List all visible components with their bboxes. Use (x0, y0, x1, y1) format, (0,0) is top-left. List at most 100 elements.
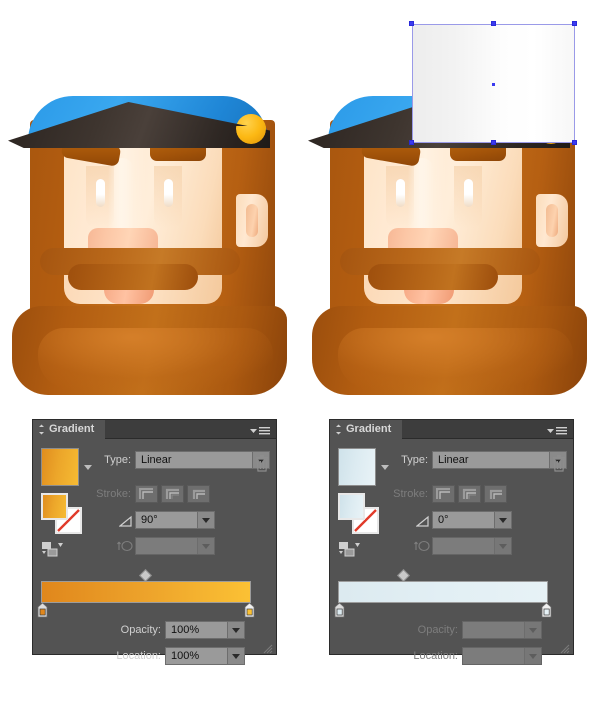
selection-handle-top-left[interactable] (409, 21, 414, 26)
stroke-row: Stroke: (390, 485, 568, 503)
location-row: Location: (390, 647, 568, 665)
selection-handle-bottom-right[interactable] (572, 140, 577, 145)
stroke-centered-button[interactable] (161, 485, 184, 503)
character-illustration-left[interactable] (8, 96, 293, 396)
chevron-down-icon (524, 622, 541, 638)
fill-swatch[interactable] (338, 493, 365, 520)
gradient-midpoint-handle[interactable] (139, 569, 152, 582)
gradient-panel-blue[interactable]: Gradient Type: Linear Stroke: 0° Opacity… (329, 419, 574, 665)
panel-grip-icon (335, 424, 342, 435)
location-input (462, 647, 542, 665)
chevron-down-icon[interactable] (381, 465, 389, 470)
chevron-down-icon (494, 538, 511, 554)
gradient-slider[interactable] (37, 569, 255, 618)
panel-body: Type: Linear Stroke: (33, 439, 276, 665)
chevron-down-icon (524, 648, 541, 664)
eye-left (396, 179, 405, 207)
gradient-type-select[interactable]: Linear (432, 451, 567, 469)
gradient-stop-end[interactable] (244, 602, 255, 618)
gradient-type-toggle-icon[interactable] (338, 541, 362, 557)
type-row: Type: Linear (93, 451, 271, 469)
angle-row: 90° (93, 511, 271, 529)
selection-handle-top-right[interactable] (572, 21, 577, 26)
stroke-within-button[interactable] (432, 485, 455, 503)
type-row: Type: Linear (390, 451, 568, 469)
type-label: Type: (401, 454, 428, 466)
panel-resize-grip[interactable] (560, 641, 570, 654)
gradient-angle-input[interactable]: 90° (135, 511, 215, 529)
location-input[interactable]: 100% (165, 647, 245, 665)
chevron-down-icon[interactable] (227, 648, 244, 664)
stroke-within-button[interactable] (135, 485, 158, 503)
selection-handle-bottom-center[interactable] (490, 140, 496, 145)
eye-right (164, 179, 173, 207)
gradient-type-value: Linear (438, 454, 469, 466)
artboard-left (0, 0, 300, 410)
stroke-type-buttons[interactable] (135, 485, 210, 503)
panel-menu-icon[interactable] (249, 424, 271, 435)
moustache-lower (368, 264, 498, 290)
stroke-label: Stroke: (393, 488, 428, 500)
chevron-down-icon[interactable] (227, 622, 244, 638)
gradient-ramp[interactable] (338, 581, 548, 603)
stroke-label: Stroke: (96, 488, 131, 500)
gradient-type-select[interactable]: Linear (135, 451, 270, 469)
aspect-ratio-row (93, 537, 271, 555)
stroke-along-button[interactable] (484, 485, 507, 503)
panel-title: Gradient (49, 423, 95, 435)
delete-stop-icon[interactable] (552, 455, 566, 472)
artboard-right (300, 0, 600, 410)
gradient-midpoint-handle[interactable] (397, 569, 410, 582)
delete-stop-icon[interactable] (255, 455, 269, 472)
panel-resize-grip[interactable] (263, 641, 273, 654)
panel-tab-gradient[interactable]: Gradient (33, 420, 106, 439)
chevron-down-icon[interactable] (494, 512, 511, 528)
ear-inner-right (246, 204, 258, 237)
stroke-type-buttons[interactable] (432, 485, 507, 503)
location-row: Location: 100% (93, 647, 271, 665)
stroke-centered-button[interactable] (458, 485, 481, 503)
gradient-angle-input[interactable]: 0° (432, 511, 512, 529)
selection-handle-top-center[interactable] (490, 21, 496, 26)
panel-title: Gradient (346, 423, 392, 435)
gradient-angle-value: 0° (438, 514, 449, 526)
beard-highlight (338, 328, 573, 390)
fill-stroke-control[interactable] (338, 493, 380, 535)
panel-body: Type: Linear Stroke: (330, 439, 573, 665)
gradient-panel-orange[interactable]: Gradient Type: Linear Stroke: 90° Opacit… (32, 419, 277, 665)
chevron-down-icon[interactable] (84, 465, 92, 470)
angle-row: 0° (390, 511, 568, 529)
panel-header: Gradient (330, 420, 573, 439)
gradient-stop-start[interactable] (37, 602, 48, 618)
fill-swatch[interactable] (41, 493, 68, 520)
chevron-down-icon (197, 538, 214, 554)
screenshot-root: Gradient Type: Linear Stroke: 90° Opacit… (0, 0, 600, 704)
stroke-row: Stroke: (93, 485, 271, 503)
selection-handle-bottom-left[interactable] (409, 140, 414, 145)
opacity-input (462, 621, 542, 639)
gradient-fill-swatch[interactable] (338, 448, 376, 486)
opacity-input[interactable]: 100% (165, 621, 245, 639)
eye-left (96, 179, 105, 207)
gradient-type-toggle-icon[interactable] (41, 541, 65, 557)
ear-inner-right (546, 204, 558, 237)
stroke-along-button[interactable] (187, 485, 210, 503)
aspect-ratio-icon (414, 539, 430, 553)
eye-right (464, 179, 473, 207)
gradient-slider[interactable] (334, 569, 552, 618)
gradient-stop-end[interactable] (541, 602, 552, 618)
panel-tab-gradient[interactable]: Gradient (330, 420, 403, 439)
aspect-ratio-input (135, 537, 215, 555)
opacity-label: Opacity: (120, 624, 161, 636)
opacity-row: Opacity: (390, 621, 568, 639)
opacity-row: Opacity: 100% (93, 621, 271, 639)
opacity-label: Opacity: (417, 624, 458, 636)
chevron-down-icon[interactable] (197, 512, 214, 528)
aspect-ratio-icon (117, 539, 133, 553)
gradient-fill-swatch[interactable] (41, 448, 79, 486)
gradient-ramp[interactable] (41, 581, 251, 603)
gradient-stop-start[interactable] (334, 602, 345, 618)
gradient-type-value: Linear (141, 454, 172, 466)
panel-menu-icon[interactable] (546, 424, 568, 435)
fill-stroke-control[interactable] (41, 493, 83, 535)
